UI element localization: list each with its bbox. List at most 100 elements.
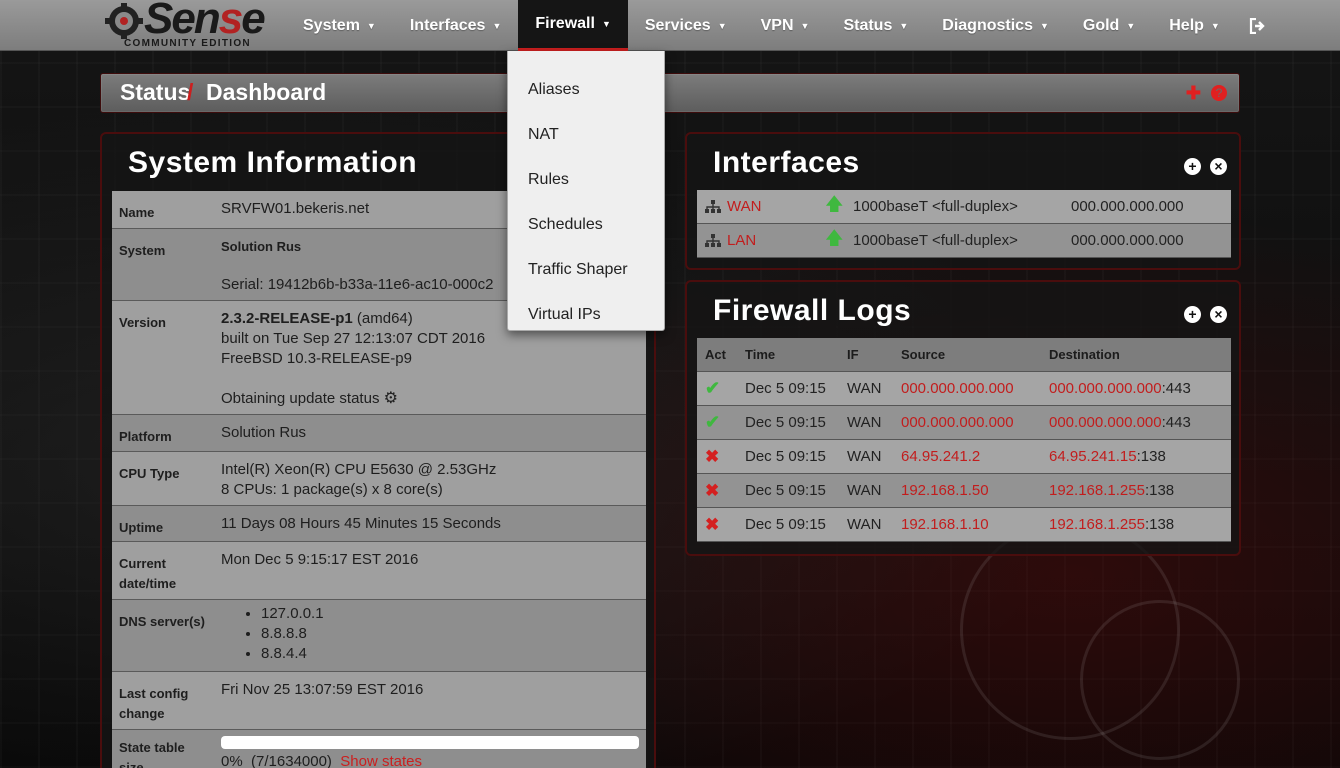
close-icon[interactable]: × xyxy=(1210,306,1227,323)
log-destination-link[interactable]: 000.000.000.000 xyxy=(1049,380,1162,397)
log-time: Dec 5 09:15 xyxy=(745,482,826,499)
row-label: Version xyxy=(119,315,166,330)
state-table-value: 0% (7/1634000) Show states xyxy=(214,730,646,768)
caret-down-icon: ▼ xyxy=(899,20,909,31)
table-row: Current date/time Mon Dec 5 9:15:17 EST 2… xyxy=(112,542,646,600)
platform-value: Solution Rus xyxy=(221,424,307,441)
caret-down-icon: ▼ xyxy=(1039,20,1049,31)
log-interface: WAN xyxy=(847,380,882,397)
column-header: Time xyxy=(745,347,776,362)
panel-actions: + × xyxy=(1184,306,1227,323)
log-source-link[interactable]: 000.000.000.000 xyxy=(901,414,1049,431)
list-item: 8.8.4.4 xyxy=(261,644,646,664)
system-information-title: System Information xyxy=(128,146,418,179)
menu-item-aliases[interactable]: Aliases xyxy=(508,67,664,112)
caret-down-icon: ▼ xyxy=(1126,20,1136,31)
interfaces-title: Interfaces xyxy=(713,146,860,179)
table-row: WAN 🡅 1000baseT <full-duplex> 000.000.00… xyxy=(697,190,1231,224)
row-label: DNS server(s) xyxy=(119,614,205,629)
log-destination-link[interactable]: 000.000.000.000 xyxy=(1049,414,1162,431)
interface-link[interactable]: LAN xyxy=(697,232,825,249)
cpu-value: Intel(R) Xeon(R) CPU E5630 @ 2.53GHz 8 C… xyxy=(214,452,646,505)
interface-speed: 1000baseT <full-duplex> xyxy=(853,232,1018,249)
nav-firewall[interactable]: Firewall ▼ xyxy=(518,0,628,51)
nav-interfaces[interactable]: Interfaces ▼ xyxy=(393,0,519,51)
block-x-icon: ✖ xyxy=(705,446,720,466)
close-icon[interactable]: × xyxy=(1210,158,1227,175)
caret-down-icon: ▼ xyxy=(601,19,611,29)
log-interface: WAN xyxy=(847,448,882,465)
log-source-link[interactable]: 192.168.1.10 xyxy=(901,516,1049,533)
log-source-link[interactable]: 192.168.1.50 xyxy=(901,482,1049,499)
row-label: System xyxy=(119,243,166,258)
block-x-icon: ✖ xyxy=(705,480,720,500)
caret-down-icon: ▼ xyxy=(492,20,502,31)
help-icon[interactable]: ? xyxy=(1211,85,1227,101)
status-up-icon: 🡅 xyxy=(825,227,844,248)
row-label: Platform xyxy=(119,429,172,444)
pass-check-icon: ✔ xyxy=(705,412,721,432)
dns-server-list: 127.0.0.1 8.8.8.8 8.8.4.4 xyxy=(221,600,646,664)
caret-down-icon: ▼ xyxy=(800,20,810,31)
settings-icon[interactable]: + xyxy=(1184,306,1201,323)
nav-status[interactable]: Status ▼ xyxy=(826,0,925,51)
serial-value: 19412b6b-b33a-11e6-ac10-000c2 xyxy=(267,276,494,293)
datetime-value: Mon Dec 5 9:15:17 EST 2016 xyxy=(221,551,419,568)
interface-link[interactable]: WAN xyxy=(697,198,825,215)
list-item: 127.0.0.1 xyxy=(261,604,646,624)
nav-system[interactable]: System ▼ xyxy=(286,0,393,51)
column-header: Destination xyxy=(1049,347,1120,362)
brand-gear-icon xyxy=(105,3,143,39)
brand-subtitle: COMMUNITY EDITION xyxy=(124,38,251,49)
update-status: Obtaining update status ⚙ xyxy=(221,390,398,407)
interfaces-panel: Interfaces + × WAN 🡅 1000baseT <full-dup… xyxy=(685,132,1241,270)
nav-vpn[interactable]: VPN ▼ xyxy=(744,0,827,51)
row-label: Uptime xyxy=(119,520,164,535)
table-row: DNS server(s) 127.0.0.1 8.8.8.8 8.8.4.4 xyxy=(112,600,646,672)
menu-item-virtual-ips[interactable]: Virtual IPs xyxy=(508,292,664,337)
table-header: Act Time IF Source Destination xyxy=(697,338,1231,372)
menu-item-nat[interactable]: NAT xyxy=(508,112,664,157)
last-config-value: Fri Nov 25 13:07:59 EST 2016 xyxy=(221,681,424,698)
table-row: ✖ Dec 5 09:15 WAN 192.168.1.10 192.168.1… xyxy=(697,508,1231,542)
firewall-logs-table: Act Time IF Source Destination ✔ Dec 5 0… xyxy=(697,338,1231,542)
top-navbar: Sense COMMUNITY EDITION System ▼ Interfac… xyxy=(0,0,1340,51)
log-interface: WAN xyxy=(847,482,882,499)
state-table-info: 0% (7/1634000) Show states xyxy=(221,753,422,768)
breadcrumb-separator: / xyxy=(187,79,194,105)
interface-ip: 000.000.000.000 xyxy=(1071,198,1184,215)
logout-button[interactable] xyxy=(1237,0,1279,51)
brand-logo[interactable]: Sense COMMUNITY EDITION xyxy=(100,0,275,51)
add-widget-icon[interactable]: ✚ xyxy=(1186,82,1201,104)
log-destination-link[interactable]: 64.95.241.15 xyxy=(1049,448,1137,465)
interface-ip: 000.000.000.000 xyxy=(1071,232,1184,249)
log-destination-link[interactable]: 192.168.1.255 xyxy=(1049,482,1145,499)
settings-icon[interactable]: + xyxy=(1184,158,1201,175)
version-release: 2.3.2-RELEASE-p1 xyxy=(221,310,353,327)
breadcrumb-status[interactable]: Status xyxy=(120,79,190,106)
log-source-link[interactable]: 000.000.000.000 xyxy=(901,380,1049,397)
log-time: Dec 5 09:15 xyxy=(745,414,826,431)
log-destination-link[interactable]: 192.168.1.255 xyxy=(1049,516,1145,533)
log-interface: WAN xyxy=(847,414,882,431)
menu-item-rules[interactable]: Rules xyxy=(508,157,664,202)
log-destination: 000.000.000.000:443 xyxy=(1049,380,1191,397)
caret-down-icon: ▼ xyxy=(366,20,376,31)
background-decor xyxy=(1080,600,1240,760)
network-icon xyxy=(705,234,721,247)
table-row: LAN 🡅 1000baseT <full-duplex> 000.000.00… xyxy=(697,224,1231,258)
log-destination: 192.168.1.255:138 xyxy=(1049,482,1175,499)
caret-down-icon: ▼ xyxy=(1210,20,1220,31)
nav-help[interactable]: Help ▼ xyxy=(1152,0,1237,51)
row-label: Current date/time xyxy=(119,556,177,591)
table-row: Last config change Fri Nov 25 13:07:59 ES… xyxy=(112,672,646,730)
menu-item-traffic-shaper[interactable]: Traffic Shaper xyxy=(508,247,664,292)
show-states-link[interactable]: Show states xyxy=(340,753,422,768)
list-item: 8.8.8.8 xyxy=(261,624,646,644)
log-source-link[interactable]: 64.95.241.2 xyxy=(901,448,1049,465)
nav-gold[interactable]: Gold ▼ xyxy=(1066,0,1152,51)
menu-item-schedules[interactable]: Schedules xyxy=(508,202,664,247)
nav-services[interactable]: Services ▼ xyxy=(628,0,744,51)
table-row: Platform Solution Rus xyxy=(112,415,646,452)
nav-diagnostics[interactable]: Diagnostics ▼ xyxy=(925,0,1066,51)
